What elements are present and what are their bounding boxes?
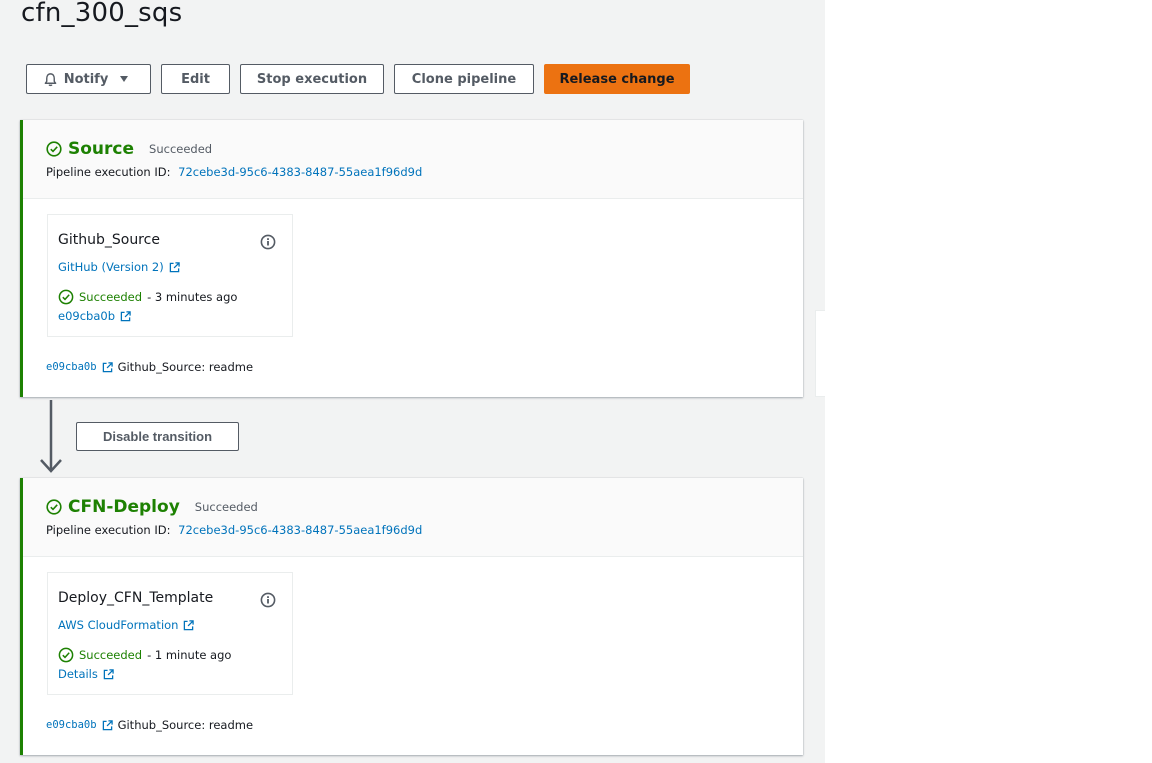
stage-header: Source Succeeded Pipeline execution ID: … [23,120,803,199]
revision-row: e09cba0b Github_Source: readme [46,360,253,374]
provider-label: AWS CloudFormation [58,618,179,632]
provider-link[interactable]: GitHub (Version 2) [58,260,180,274]
execution-id-link[interactable]: 72cebe3d-95c6-4383-8487-55aea1f96d9d [178,523,422,537]
execution-id-row: Pipeline execution ID: 72cebe3d-95c6-438… [46,165,422,179]
external-link-icon [184,619,195,630]
edit-button[interactable]: Edit [161,64,230,94]
action-name: Deploy_CFN_Template [58,590,214,606]
action-name: Github_Source [58,232,160,248]
external-link-icon[interactable] [102,361,113,373]
commit-link-label: e09cba0b [58,309,115,323]
pipeline-page: cfn_300_sqs Notify Edit Stop execution C… [0,0,825,763]
clone-pipeline-button[interactable]: Clone pipeline [394,64,534,94]
external-link-icon [120,310,131,321]
stop-execution-button[interactable]: Stop execution [240,64,384,94]
action-card-deploy-cfn-template: Deploy_CFN_Template AWS CloudFormation S… [47,572,293,695]
arrow-down-icon [40,400,62,473]
info-icon[interactable] [260,234,276,250]
notify-label: Notify [63,71,109,87]
revision-id-link[interactable]: e09cba0b [46,361,97,373]
action-status-label: Succeeded [79,648,143,662]
action-time: - 1 minute ago [147,648,232,662]
action-status-label: Succeeded [79,290,143,304]
execution-id-label: Pipeline execution ID: [46,523,171,537]
execution-id-label: Pipeline execution ID: [46,165,171,179]
external-link-icon [169,261,180,272]
external-link-icon[interactable] [102,719,113,731]
stage-source: Source Succeeded Pipeline execution ID: … [20,120,803,397]
disable-transition-button[interactable]: Disable transition [76,422,239,451]
check-circle-icon [58,647,74,663]
execution-id-link[interactable]: 72cebe3d-95c6-4383-8487-55aea1f96d9d [178,165,422,179]
side-panel-edge [815,310,825,397]
stage-cfn-deploy: CFN-Deploy Succeeded Pipeline execution … [20,478,803,755]
stage-status: Succeeded [149,142,213,156]
release-change-button[interactable]: Release change [544,64,690,94]
action-status: Succeeded - 1 minute ago [58,647,231,663]
revision-row: e09cba0b Github_Source: readme [46,718,253,732]
check-circle-icon [46,499,62,515]
provider-link[interactable]: AWS CloudFormation [58,618,195,632]
provider-label: GitHub (Version 2) [58,260,164,274]
stage-header: CFN-Deploy Succeeded Pipeline execution … [23,478,803,557]
commit-link[interactable]: e09cba0b [58,309,131,323]
check-circle-icon [58,289,74,305]
external-link-icon [103,668,114,679]
notify-button[interactable]: Notify [26,64,151,94]
stage-name: Source [68,139,135,159]
page-title: cfn_300_sqs [21,0,183,28]
revision-id-link[interactable]: e09cba0b [46,719,97,731]
stage-status: Succeeded [194,500,258,514]
revision-message: Github_Source: readme [117,360,254,374]
revision-message: Github_Source: readme [117,718,254,732]
bell-icon [44,72,57,86]
action-card-github-source: Github_Source GitHub (Version 2) Succeed… [47,214,293,337]
action-status: Succeeded - 3 minutes ago [58,289,237,305]
stage-name: CFN-Deploy [68,497,180,517]
caret-down-icon [120,76,129,82]
check-circle-icon [46,141,62,157]
details-link-label: Details [58,667,98,681]
action-time: - 3 minutes ago [147,290,238,304]
execution-id-row: Pipeline execution ID: 72cebe3d-95c6-438… [46,523,422,537]
info-icon[interactable] [260,592,276,608]
details-link[interactable]: Details [58,667,114,681]
